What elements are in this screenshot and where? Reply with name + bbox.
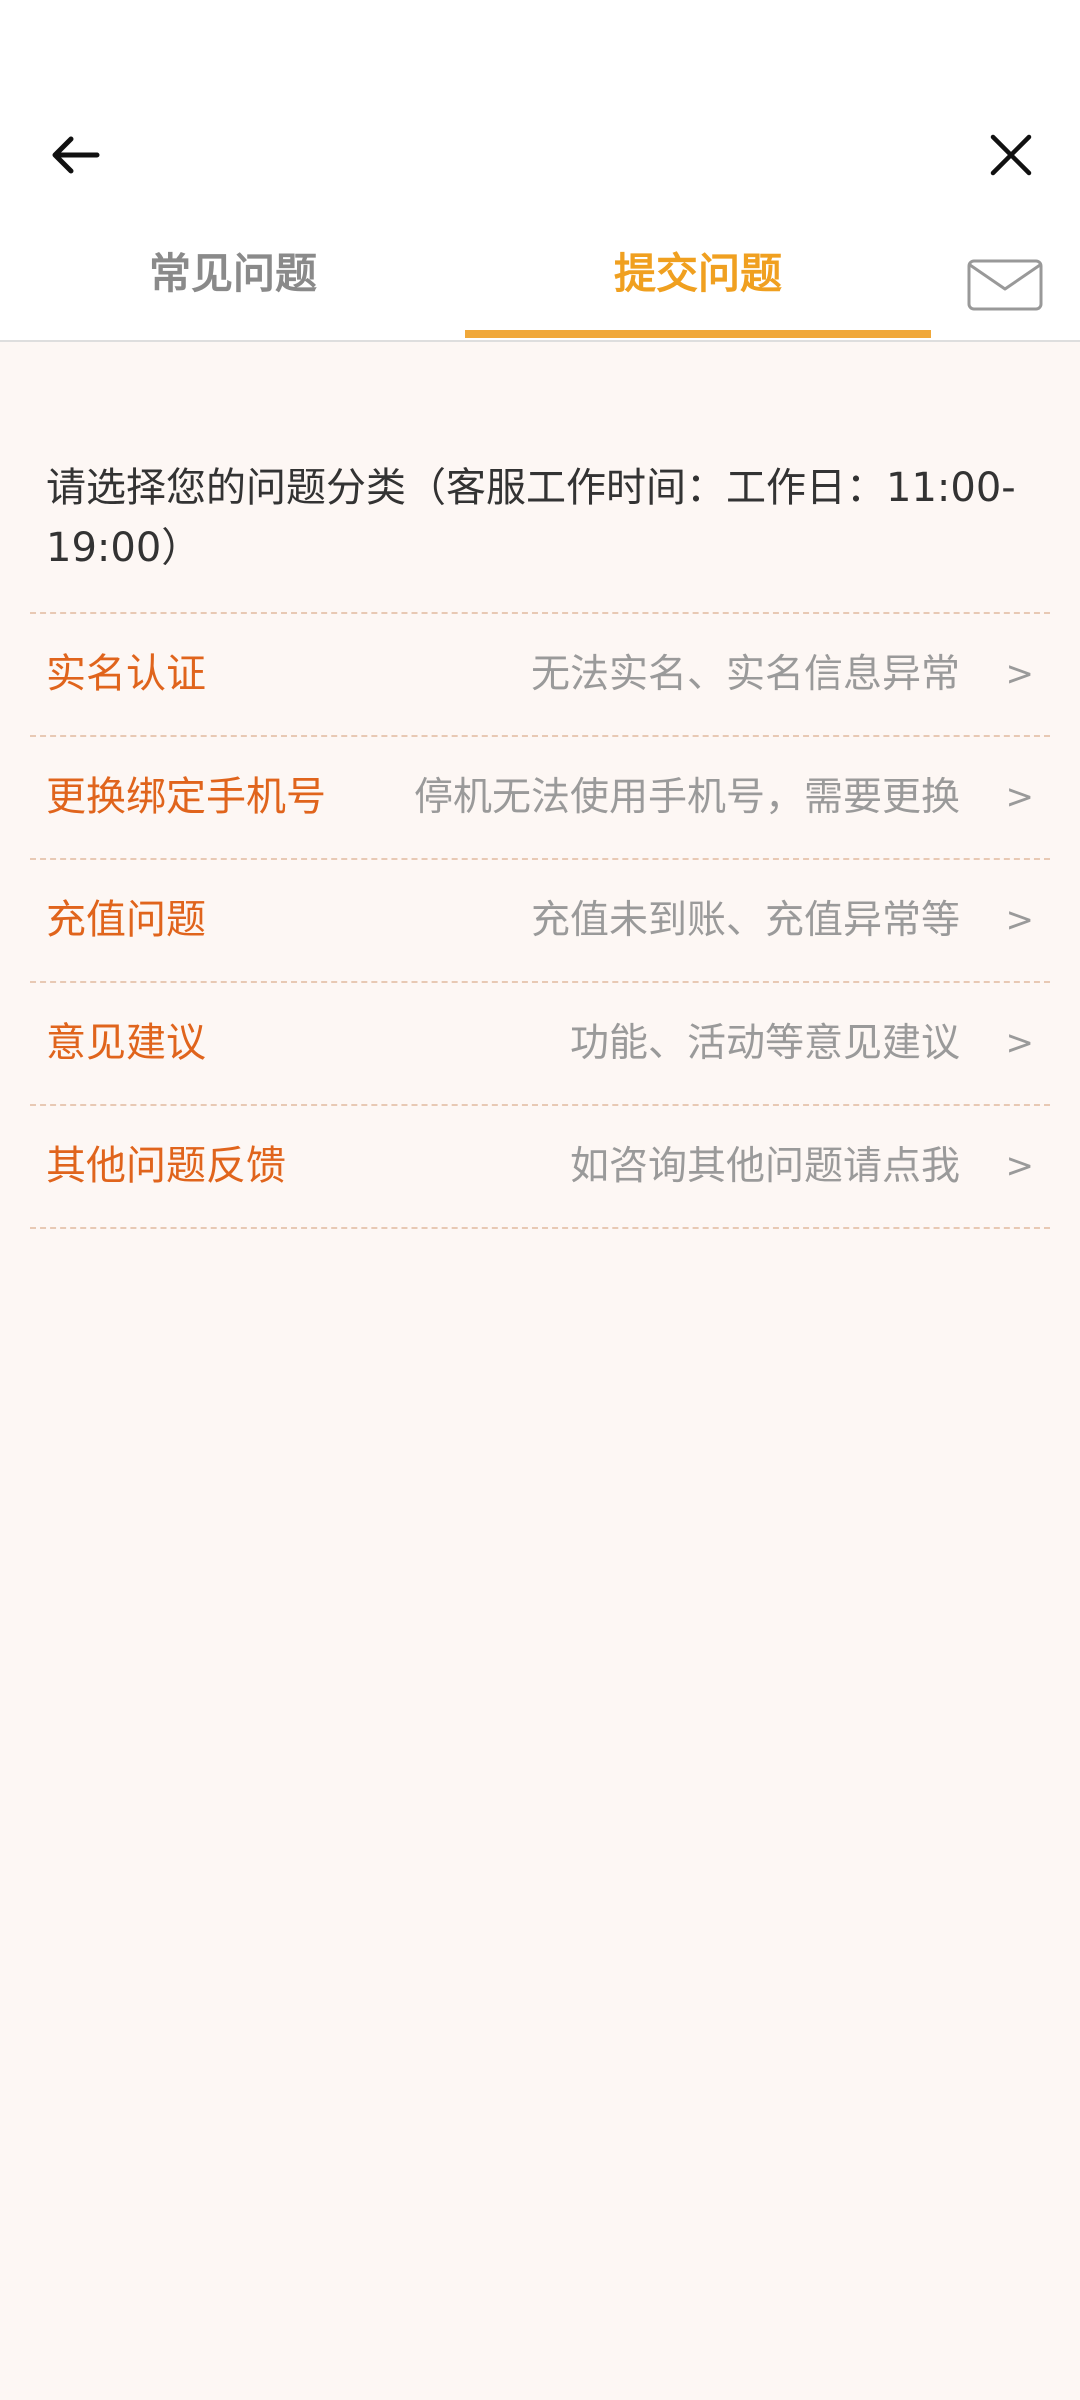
- list-item-description: 功能、活动等意见建议: [569, 1021, 960, 1066]
- tab-submit-question[interactable]: 提交问题: [465, 240, 931, 336]
- chevron-right-icon: >: [1005, 900, 1035, 940]
- top-bar: 常见问题 提交问题: [0, 0, 1080, 342]
- list-item-feedback[interactable]: 意见建议 功能、活动等意见建议 >: [30, 983, 1050, 1106]
- tab-faq-label: 常见问题: [148, 249, 317, 298]
- chevron-right-icon: >: [1005, 654, 1035, 694]
- list-item-title: 充值问题: [46, 897, 206, 943]
- list-item-real-name-auth[interactable]: 实名认证 无法实名、实名信息异常 >: [30, 614, 1050, 737]
- list-item-title: 其他问题反馈: [46, 1143, 286, 1189]
- list-item-recharge[interactable]: 充值问题 充值未到账、充值异常等 >: [30, 860, 1050, 983]
- list-item-other[interactable]: 其他问题反馈 如咨询其他问题请点我 >: [30, 1106, 1050, 1229]
- messages-button[interactable]: [960, 250, 1050, 320]
- tab-submit-label: 提交问题: [613, 249, 782, 298]
- tab-faq[interactable]: 常见问题: [0, 240, 466, 336]
- list-item-title: 实名认证: [46, 651, 206, 697]
- arrow-left-icon: [52, 136, 100, 174]
- chevron-right-icon: >: [1005, 1023, 1035, 1063]
- category-list: 实名认证 无法实名、实名信息异常 > 更换绑定手机号 停机无法使用手机号，需要更…: [30, 612, 1050, 1229]
- category-intro-text: 请选择您的问题分类（客服工作时间：工作日：11:00-19:00）: [46, 465, 1016, 571]
- list-item-title: 意见建议: [46, 1020, 206, 1066]
- list-item-description: 如咨询其他问题请点我: [569, 1144, 960, 1189]
- chevron-right-icon: >: [1005, 1146, 1035, 1186]
- list-item-title: 更换绑定手机号: [46, 774, 326, 820]
- list-item-description: 充值未到账、充值异常等: [530, 898, 960, 943]
- active-tab-indicator: [465, 330, 931, 338]
- envelope-icon: [967, 259, 1043, 311]
- chevron-right-icon: >: [1005, 777, 1035, 817]
- close-icon: [990, 134, 1032, 176]
- back-button[interactable]: [30, 110, 120, 200]
- list-item-description: 无法实名、实名信息异常: [530, 652, 960, 697]
- list-item-description: 停机无法使用手机号，需要更换: [413, 775, 960, 820]
- list-item-change-phone[interactable]: 更换绑定手机号 停机无法使用手机号，需要更换 >: [30, 737, 1050, 860]
- close-button[interactable]: [966, 110, 1056, 200]
